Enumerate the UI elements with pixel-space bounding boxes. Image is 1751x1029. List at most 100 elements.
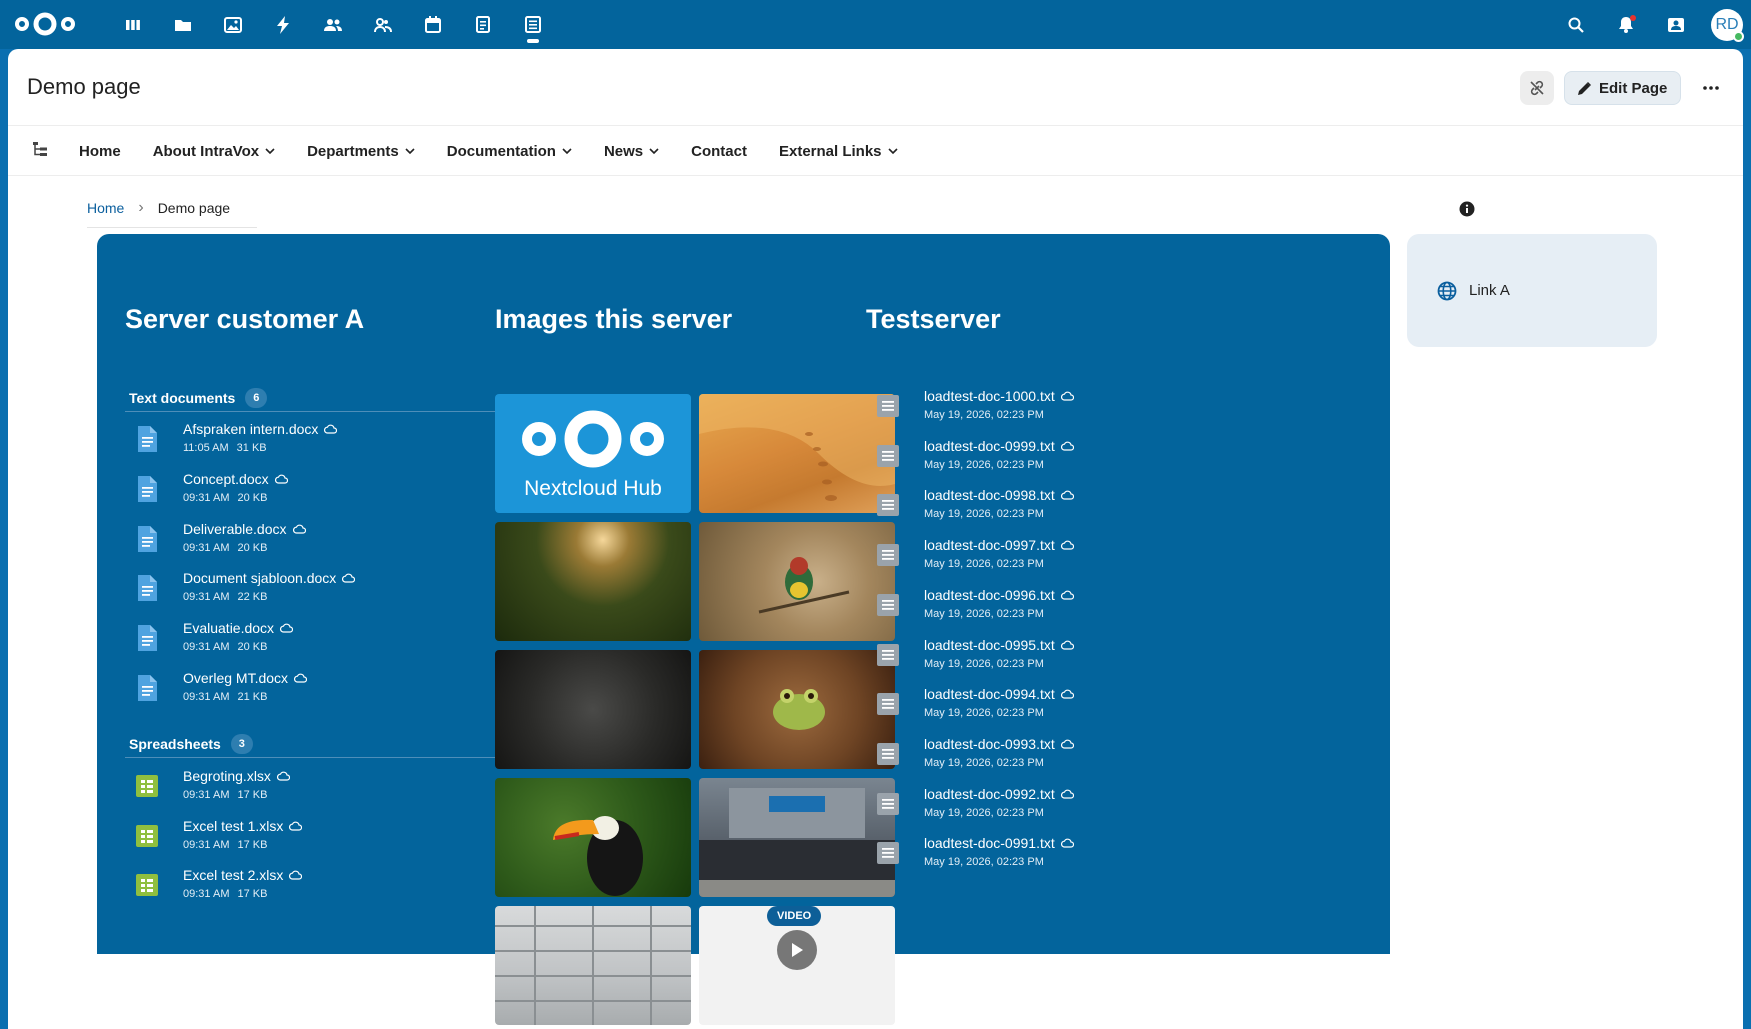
file-size: 17 KB [237, 838, 268, 851]
file-icon-wrap [135, 475, 159, 503]
chevron-down-icon [887, 147, 898, 154]
section-divider [125, 757, 527, 758]
contacts-menu-icon[interactable] [1651, 0, 1701, 49]
nav-item-departments[interactable]: Departments [291, 126, 431, 176]
activity-icon[interactable] [258, 0, 308, 49]
search-icon[interactable] [1551, 0, 1601, 49]
spreadsheets-header: Spreadsheets 3 [129, 734, 253, 754]
cloud-icon [289, 870, 303, 880]
edit-page-button[interactable]: Edit Page [1564, 71, 1681, 105]
file-list-item[interactable]: Begroting.xlsx 09:31 AM 17 KB [135, 768, 525, 801]
photos-icon[interactable] [208, 0, 258, 49]
user-avatar[interactable]: RD [1711, 8, 1744, 42]
file-list-item[interactable]: loadtest-doc-0991.txt May 19, 2026, 02:23… [876, 835, 1266, 868]
nav-item-about-intravox[interactable]: About IntraVox [137, 126, 291, 176]
sitemap-tree-icon[interactable] [32, 141, 48, 162]
nextcloud-logo-icon[interactable] [14, 11, 76, 42]
finch-bird-image[interactable] [699, 522, 895, 641]
notes-icon[interactable] [458, 0, 508, 49]
file-list-item[interactable]: loadtest-doc-0993.txt May 19, 2026, 02:23… [876, 736, 1266, 769]
text-document-icon [138, 426, 157, 452]
file-size: 17 KB [237, 888, 268, 900]
files-icon[interactable] [158, 0, 208, 49]
breadcrumb-divider [87, 227, 257, 228]
file-icon-wrap [876, 740, 900, 768]
file-list-item[interactable]: Afspraken intern.docx 11:05 AM 31 KB [135, 421, 525, 454]
section-divider [125, 411, 527, 412]
breadcrumb-current: Demo page [157, 200, 231, 216]
image-caption: Nextcloud Hub [524, 476, 662, 500]
file-size: 20 KB [237, 541, 268, 554]
file-list-item[interactable]: loadtest-doc-0995.txt May 19, 2026, 02:23… [876, 637, 1266, 670]
nextcloud-hub-image[interactable]: Nextcloud Hub [495, 394, 691, 513]
toucan-image[interactable] [495, 778, 691, 897]
chevron-down-icon [405, 147, 415, 154]
file-date: May 19, 2026, 02:23 PM [924, 409, 1044, 421]
file-list-item[interactable]: Excel test 1.xlsx 09:31 AM 17 KB [135, 818, 525, 851]
file-date: May 19, 2026, 02:23 PM [924, 856, 1044, 869]
nav-item-home[interactable]: Home [63, 126, 137, 176]
contacts-icon[interactable] [308, 0, 358, 49]
file-list-item[interactable]: loadtest-doc-0999.txt May 19, 2026, 02:23… [876, 438, 1266, 471]
nav-item-label: External Links [778, 142, 882, 160]
text-document-icon [138, 475, 157, 502]
file-list-item[interactable]: loadtest-doc-0996.txt May 19, 2026, 02:23… [876, 587, 1266, 620]
file-list-item[interactable]: Deliverable.docx 09:31 AM 20 KB [135, 521, 525, 554]
group-photo-image[interactable] [699, 778, 895, 897]
text-file-icon [877, 444, 899, 467]
page-header: Demo page Edit Page [8, 49, 1743, 126]
file-list-item[interactable]: Concept.docx 09:31 AM 20 KB [135, 471, 525, 504]
nav-item-label: Contact [691, 142, 747, 160]
file-list-item[interactable]: loadtest-doc-0992.txt May 19, 2026, 02:23… [876, 786, 1266, 819]
file-size: 22 KB [237, 591, 268, 604]
file-name: Document sjabloon.docx [183, 570, 337, 587]
desert-dunes-image[interactable] [699, 394, 895, 513]
info-icon[interactable] [1459, 201, 1475, 222]
link-a-card[interactable]: Link A [1407, 234, 1657, 347]
file-size: 17 KB [237, 789, 268, 801]
gorilla-image[interactable] [495, 650, 691, 769]
nav-item-label: Home [79, 142, 121, 160]
video-thumbnail[interactable]: VIDEO [699, 906, 895, 1025]
more-actions-button[interactable] [1694, 71, 1728, 105]
nav-item-news[interactable]: News [588, 126, 675, 176]
notifications-bell-icon[interactable] [1601, 0, 1651, 49]
nav-item-external-links[interactable]: External Links [763, 126, 914, 176]
file-list-item[interactable]: Document sjabloon.docx 09:31 AM 22 KB [135, 570, 525, 603]
calendar-icon[interactable] [408, 0, 458, 49]
unlink-button[interactable] [1520, 71, 1554, 105]
play-button[interactable] [777, 930, 817, 970]
file-name: Excel test 1.xlsx [183, 817, 284, 834]
tree-frog-image[interactable] [699, 650, 895, 769]
text-file-icon [877, 742, 899, 765]
circles-icon[interactable] [358, 0, 408, 49]
file-list-item[interactable]: loadtest-doc-0997.txt May 19, 2026, 02:23… [876, 537, 1266, 570]
top-app-bar: RD [0, 0, 1751, 49]
file-list-item[interactable]: loadtest-doc-0998.txt May 19, 2026, 02:23… [876, 487, 1266, 520]
dashboard-icon[interactable] [108, 0, 158, 49]
nav-item-contact[interactable]: Contact [675, 126, 763, 176]
file-list-item[interactable]: Excel test 2.xlsx 09:31 AM 17 KB [135, 867, 525, 900]
video-badge: VIDEO [767, 906, 822, 926]
file-list-item[interactable]: loadtest-doc-1000.txt May 19, 2026, 02:23… [876, 388, 1266, 421]
cloud-icon [1060, 441, 1074, 451]
spreadsheet-icon [136, 824, 158, 847]
nav-item-documentation[interactable]: Documentation [431, 126, 588, 176]
vineyard-sunset-image[interactable] [495, 522, 691, 641]
file-list-item[interactable]: Overleg MT.docx 09:31 AM 21 KB [135, 670, 525, 703]
intravox-icon[interactable] [508, 0, 558, 49]
file-name: loadtest-doc-0999.txt [924, 437, 1055, 454]
link-label: Link A [1469, 282, 1510, 299]
cloud-icon [1060, 640, 1074, 650]
cloud-icon [1060, 391, 1074, 401]
text-file-icon [877, 693, 899, 716]
file-date: May 19, 2026, 02:23 PM [924, 458, 1044, 471]
cloud-icon [1060, 689, 1074, 699]
breadcrumb-home-link[interactable]: Home [87, 200, 124, 216]
library-image[interactable] [495, 906, 691, 1025]
column-title: Server customer A [125, 304, 365, 334]
file-list-item[interactable]: Evaluatie.docx 09:31 AM 20 KB [135, 620, 525, 653]
nav-item-label: News [603, 142, 644, 160]
file-list-item[interactable]: loadtest-doc-0994.txt May 19, 2026, 02:23… [876, 686, 1266, 719]
file-name: Excel test 2.xlsx [183, 867, 284, 883]
